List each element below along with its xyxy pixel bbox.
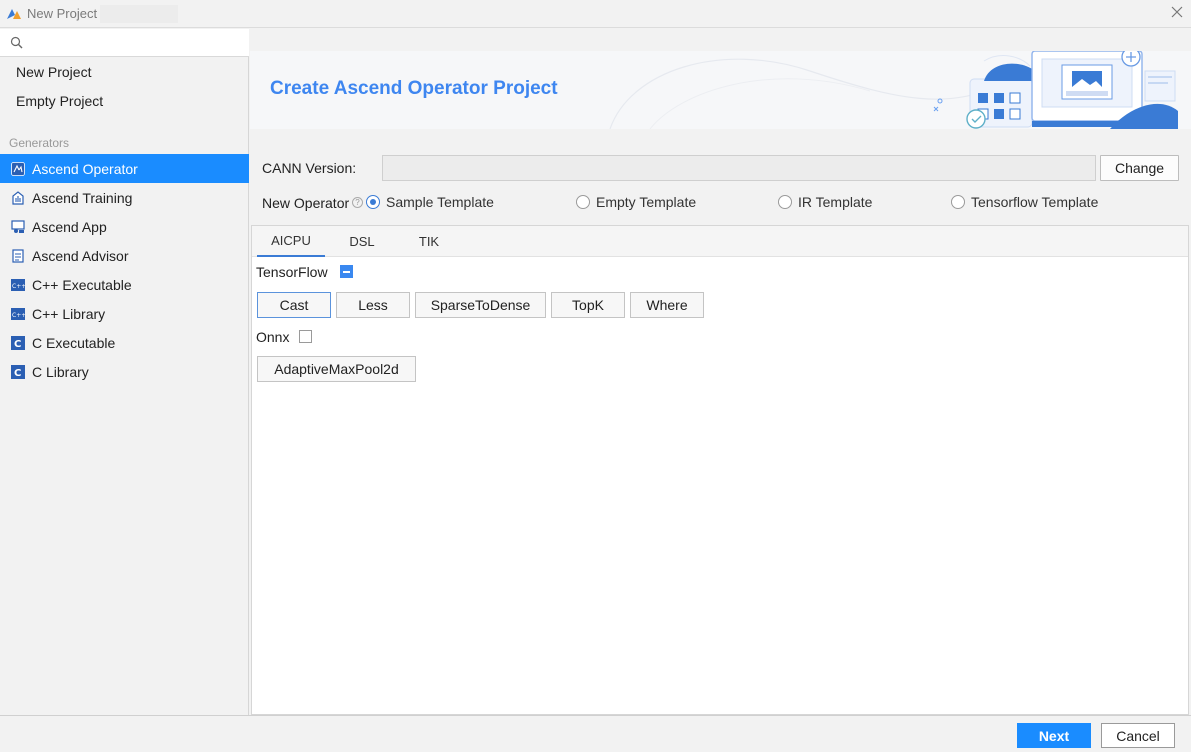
new-operator-label: New Operator <box>262 195 350 211</box>
radio-button[interactable] <box>576 195 590 209</box>
generator-label: Ascend App <box>32 218 107 235</box>
operator-panel: AICPU DSL TIK TensorFlow Cast Less Spars… <box>251 225 1189 715</box>
svg-text:C++: C++ <box>12 283 25 290</box>
tab-aicpu[interactable]: AICPU <box>257 226 325 257</box>
onnx-checkbox[interactable] <box>299 330 312 343</box>
ascend-operator-icon <box>11 161 25 176</box>
svg-text:C: C <box>14 368 21 379</box>
help-icon[interactable]: ? <box>352 197 363 208</box>
cann-version-label: CANN Version: <box>262 160 357 176</box>
new-project-item[interactable]: New Project <box>16 64 91 80</box>
radio-ir-template[interactable]: IR Template <box>778 194 872 210</box>
ascend-app-icon <box>11 219 25 234</box>
close-icon[interactable] <box>1169 4 1185 20</box>
generator-ascend-advisor[interactable]: Ascend Advisor <box>0 241 249 270</box>
ascend-advisor-icon <box>11 248 25 263</box>
generator-ascend-app[interactable]: Ascend App <box>0 212 249 241</box>
generator-ascend-training[interactable]: Ascend Training <box>0 183 249 212</box>
search-box[interactable] <box>0 29 249 57</box>
ascend-logo-icon <box>7 9 21 19</box>
search-input[interactable] <box>28 32 243 54</box>
cancel-button[interactable]: Cancel <box>1101 723 1175 748</box>
generator-ascend-operator[interactable]: Ascend Operator <box>0 154 249 183</box>
ascend-training-icon <box>11 190 25 205</box>
radio-sample-template[interactable]: Sample Template <box>366 194 494 210</box>
radio-label: Tensorflow Template <box>971 194 1099 210</box>
radio-label: IR Template <box>798 194 873 210</box>
cann-version-field[interactable] <box>382 155 1096 181</box>
tensorflow-checkbox[interactable] <box>340 265 353 278</box>
page-title: Create Ascend Operator Project <box>270 78 558 99</box>
generator-label: Ascend Advisor <box>32 247 129 264</box>
generator-label: C++ Executable <box>32 276 132 293</box>
generator-cpp-library[interactable]: C++ C++ Library <box>0 299 249 328</box>
op-button-where[interactable]: Where <box>630 292 704 318</box>
c-icon: C <box>11 335 25 350</box>
content-area: Create Ascend Operator Project CANN Vers… <box>250 29 1191 715</box>
generator-label: C++ Library <box>32 305 106 322</box>
sidebar: New Project Empty Project Generators Asc… <box>0 29 249 715</box>
window-title: New Project <box>27 6 98 21</box>
generator-c-library[interactable]: C C Library <box>0 357 249 386</box>
cpp-icon: C++ <box>11 307 25 321</box>
radio-empty-template[interactable]: Empty Template <box>576 194 696 210</box>
generators-section-label: Generators <box>9 136 70 150</box>
footer: Next Cancel <box>0 715 1191 752</box>
banner: Create Ascend Operator Project <box>250 51 1191 129</box>
op-button-topk[interactable]: TopK <box>551 292 625 318</box>
cpp-icon: C++ <box>11 278 25 292</box>
tab-bar: AICPU DSL TIK <box>252 226 1188 257</box>
empty-project-item[interactable]: Empty Project <box>16 93 103 109</box>
c-icon: C <box>11 364 25 379</box>
radio-button[interactable] <box>778 195 792 209</box>
next-button[interactable]: Next <box>1017 723 1091 748</box>
radio-button[interactable] <box>951 195 965 209</box>
op-button-sparsetodense[interactable]: SparseToDense <box>415 292 546 318</box>
radio-label: Sample Template <box>386 194 494 210</box>
op-button-adaptivemaxpool2d[interactable]: AdaptiveMaxPool2d <box>257 356 416 382</box>
generator-cpp-executable[interactable]: C++ C++ Executable <box>0 270 249 299</box>
tab-dsl[interactable]: DSL <box>332 226 392 257</box>
title-bar: New Project <box>0 0 1191 28</box>
generator-c-executable[interactable]: C C Executable <box>0 328 249 357</box>
tab-tik[interactable]: TIK <box>400 226 458 257</box>
search-icon <box>10 36 23 49</box>
generator-label: C Executable <box>32 334 116 351</box>
onnx-group-label: Onnx <box>256 329 290 345</box>
title-redaction <box>100 5 178 23</box>
change-button[interactable]: Change <box>1100 155 1179 181</box>
generator-label: Ascend Training <box>32 189 133 206</box>
generator-label: C Library <box>32 363 89 380</box>
radio-tensorflow-template[interactable]: Tensorflow Template <box>951 194 1098 210</box>
op-button-cast[interactable]: Cast <box>257 292 331 318</box>
generator-label: Ascend Operator <box>32 160 138 177</box>
op-button-less[interactable]: Less <box>336 292 410 318</box>
tensorflow-group-label: TensorFlow <box>256 264 328 280</box>
radio-button-selected[interactable] <box>366 195 380 209</box>
svg-text:C: C <box>14 339 21 350</box>
radio-label: Empty Template <box>596 194 697 210</box>
svg-text:C++: C++ <box>12 312 25 319</box>
